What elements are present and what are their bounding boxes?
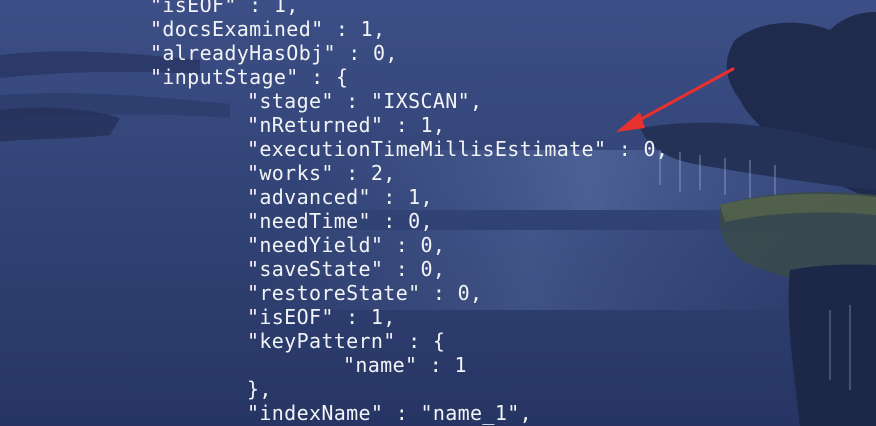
line-advanced: "advanced" : 1, [247,185,433,209]
line-index-name: "indexName" : "name_1", [247,401,532,425]
line-key-pattern-name: "name" : 1 [343,353,467,377]
line-input-stage: "inputStage" : { [150,65,349,89]
line-key-pattern: "keyPattern" : { [247,329,446,353]
line-need-time: "needTime" : 0, [247,209,433,233]
line-key-pattern-close: }, [247,377,272,401]
line-docs-examined: "docsExamined" : 1, [150,17,386,41]
line-already-has-obj: "alreadyHasObj" : 0, [150,41,398,65]
line-stage: "stage" : "IXSCAN", [247,89,483,113]
line-restore-state: "restoreState" : 0, [247,281,483,305]
line-need-yield: "needYield" : 0, [247,233,446,257]
line-works: "works" : 2, [247,161,396,185]
line-iseof-inner: "isEOF" : 1, [247,305,396,329]
line-execution-time-millis-estimate: "executionTimeMillisEstimate" : 0, [247,137,669,161]
line-n-returned: "nReturned" : 1, [247,113,446,137]
terminal-output: "isEOF" : 1, "docsExamined" : 1, "alread… [0,0,876,426]
line-iseof-outer: "isEOF" : 1, [150,0,299,17]
line-save-state: "saveState" : 0, [247,257,446,281]
